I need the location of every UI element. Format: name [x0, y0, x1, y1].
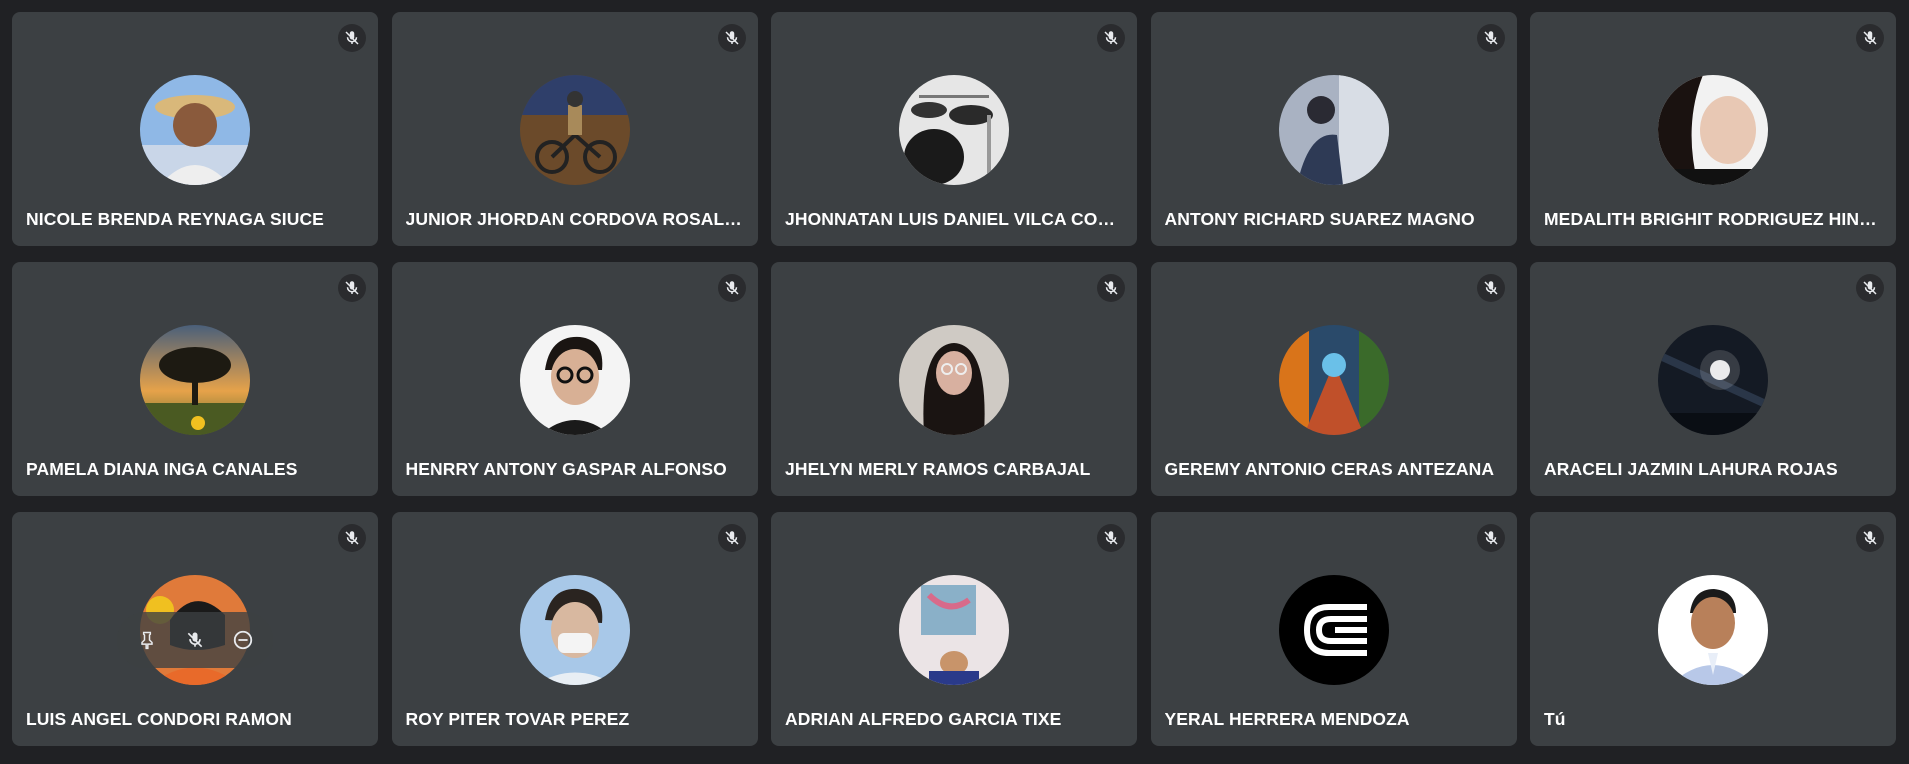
avatar — [519, 325, 630, 435]
participant-name: ROY PITER TOVAR PEREZ — [405, 709, 630, 729]
avatar — [1658, 575, 1768, 685]
mic-off-icon — [338, 524, 366, 552]
participant-tile[interactable]: ANTONY RICHARD SUAREZ MAGNO — [1150, 12, 1517, 246]
avatar — [519, 575, 630, 685]
participant-tile[interactable]: ROY PITER TOVAR PEREZ — [391, 512, 758, 746]
participant-name: YERAL HERRERA MENDOZA — [1164, 709, 1410, 729]
participant-tile[interactable]: MEDALITH BRIGHIT RODRIGUEZ HINOS... — [1530, 12, 1896, 246]
mic-off-icon — [1097, 524, 1125, 552]
participant-name: MEDALITH BRIGHIT RODRIGUEZ HINOS... — [1544, 209, 1882, 229]
mic-off-icon — [1476, 274, 1505, 302]
participant-name: GEREMY ANTONIO CERAS ANTEZANA — [1164, 459, 1495, 479]
participant-name: JHONNATAN LUIS DANIEL VILCA CONT... — [785, 209, 1123, 229]
participant-name: Tú — [1544, 709, 1566, 729]
mic-off-icon — [1097, 274, 1125, 302]
participant-tile[interactable]: HENRRY ANTONY GASPAR ALFONSO — [391, 262, 758, 496]
mic-off-icon — [1856, 24, 1884, 52]
remove-icon[interactable] — [225, 622, 261, 658]
participant-name: PAMELA DIANA INGA CANALES — [26, 459, 298, 479]
avatar — [899, 575, 1009, 685]
participant-tile[interactable]: GEREMY ANTONIO CERAS ANTEZANA — [1150, 262, 1517, 496]
avatar — [1278, 75, 1389, 185]
participant-name: LUIS ANGEL CONDORI RAMON — [26, 709, 292, 729]
participant-tile[interactable]: YERAL HERRERA MENDOZA — [1150, 512, 1517, 746]
avatar — [1658, 325, 1768, 435]
participant-tile[interactable]: ARACELI JAZMIN LAHURA ROJAS — [1530, 262, 1896, 496]
participant-tile[interactable]: ADRIAN ALFREDO GARCIA TIXE — [771, 512, 1137, 746]
mic-off-icon — [1097, 24, 1125, 52]
avatar — [519, 75, 630, 185]
avatar — [140, 75, 250, 185]
mic-off-icon — [338, 274, 366, 302]
participant-name: ARACELI JAZMIN LAHURA ROJAS — [1544, 459, 1838, 479]
participant-tile[interactable]: Tú — [1530, 512, 1896, 746]
hover-controls — [117, 612, 273, 668]
mic-off-icon — [1856, 524, 1884, 552]
participant-name: JUNIOR JHORDAN CORDOVA ROSALES — [405, 209, 744, 229]
mic-off-icon — [717, 24, 746, 52]
avatar — [140, 325, 250, 435]
participant-tile[interactable]: NICOLE BRENDA REYNAGA SIUCE — [12, 12, 378, 246]
avatar — [899, 75, 1009, 185]
mic-off-icon — [1476, 24, 1505, 52]
participant-name: JHELYN MERLY RAMOS CARBAJAL — [785, 459, 1091, 479]
mic-off-icon — [1476, 524, 1505, 552]
participant-name: NICOLE BRENDA REYNAGA SIUCE — [26, 209, 324, 229]
participant-tile[interactable]: JHONNATAN LUIS DANIEL VILCA CONT... — [771, 12, 1137, 246]
participant-name: HENRRY ANTONY GASPAR ALFONSO — [405, 459, 727, 479]
mic-off-icon — [338, 24, 366, 52]
participant-name: ADRIAN ALFREDO GARCIA TIXE — [785, 709, 1062, 729]
avatar — [1658, 75, 1768, 185]
participant-name: ANTONY RICHARD SUAREZ MAGNO — [1164, 209, 1475, 229]
participant-tile[interactable]: LUIS ANGEL CONDORI RAMON — [12, 512, 378, 746]
mic-off-icon — [1856, 274, 1884, 302]
participant-tile[interactable]: JUNIOR JHORDAN CORDOVA ROSALES — [391, 12, 758, 246]
participant-tile[interactable]: PAMELA DIANA INGA CANALES — [12, 262, 378, 496]
avatar — [1278, 325, 1389, 435]
mic-off-icon — [717, 274, 746, 302]
mic-off-icon — [717, 524, 746, 552]
pin-icon[interactable] — [129, 622, 165, 658]
participant-grid: NICOLE BRENDA REYNAGA SIUCE JUNIOR JHORD… — [12, 12, 1896, 746]
participant-tile[interactable]: JHELYN MERLY RAMOS CARBAJAL — [771, 262, 1137, 496]
avatar — [1278, 575, 1389, 685]
mic-off-icon[interactable] — [177, 622, 213, 658]
avatar — [899, 325, 1009, 435]
